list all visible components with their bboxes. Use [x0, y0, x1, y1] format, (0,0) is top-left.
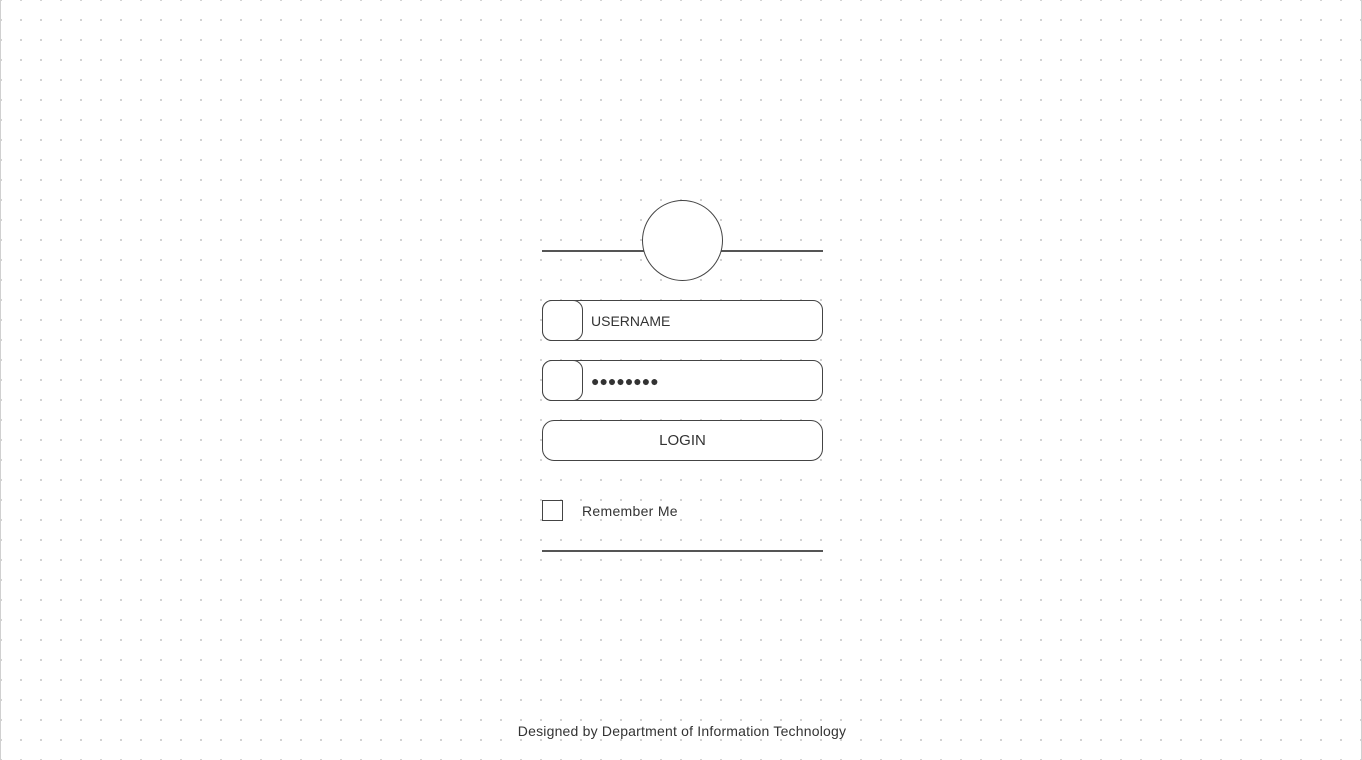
- footer-credit: Designed by Department of Information Te…: [517, 723, 847, 739]
- remember-me-checkbox[interactable]: [542, 500, 563, 521]
- form-bottom-divider: [542, 550, 823, 552]
- username-input[interactable]: [591, 301, 811, 340]
- password-input[interactable]: [591, 361, 811, 400]
- lock-icon: [542, 360, 583, 401]
- remember-me-label[interactable]: Remember Me: [582, 503, 678, 519]
- user-icon: [542, 300, 583, 341]
- login-button[interactable]: LOGIN: [542, 420, 823, 461]
- password-field[interactable]: [542, 360, 823, 401]
- page-canvas: LOGIN Remember Me Designed by Department…: [0, 0, 1362, 760]
- avatar: [642, 200, 723, 281]
- username-field[interactable]: [542, 300, 823, 341]
